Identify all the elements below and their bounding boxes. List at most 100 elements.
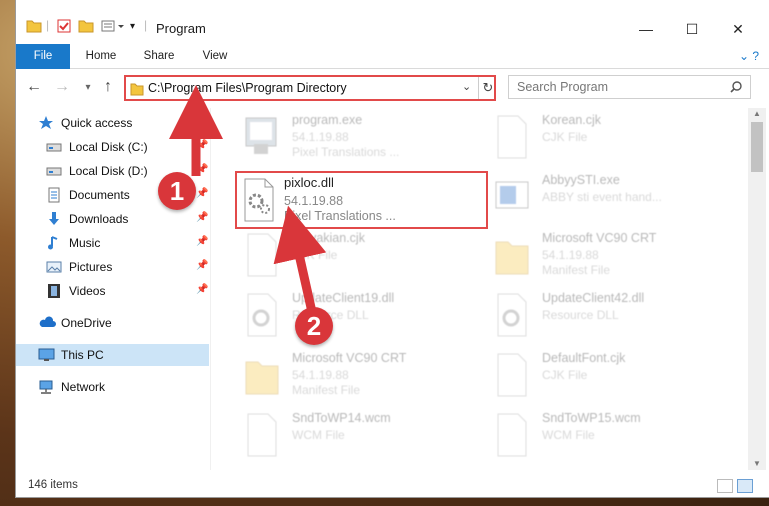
pin-icon: 📌 bbox=[196, 212, 209, 223]
search-icon bbox=[729, 80, 743, 97]
file-item[interactable]: UpdateClient19.dll Resource DLL bbox=[240, 288, 480, 344]
vertical-scrollbar[interactable]: ▲ ▼ bbox=[748, 108, 766, 470]
file-type: CJK File bbox=[542, 368, 588, 382]
file-item[interactable]: Korean.cjk CJK File bbox=[490, 110, 730, 166]
sidebar-item-music[interactable]: Music 📌 bbox=[16, 232, 209, 254]
up-arrow-icon[interactable]: ↑ bbox=[98, 77, 118, 97]
back-arrow-icon[interactable]: ← bbox=[24, 77, 44, 97]
file-version: 54.1.19.88 bbox=[284, 194, 344, 208]
close-button[interactable]: ✕ bbox=[715, 16, 761, 42]
sidebar-item-this-pc[interactable]: This PC bbox=[16, 344, 209, 366]
file-version: 54.1.19.88 bbox=[292, 368, 349, 382]
file-icon bbox=[244, 232, 280, 280]
file-icon bbox=[494, 114, 530, 162]
documents-icon bbox=[46, 187, 62, 203]
chevron-down-icon[interactable]: ▾ bbox=[130, 21, 135, 37]
videos-icon bbox=[46, 283, 62, 299]
file-type: CJK File bbox=[292, 248, 338, 262]
file-description: Pixel Translations ... bbox=[284, 209, 396, 223]
pin-icon: 📌 bbox=[196, 164, 209, 175]
folder-icon bbox=[130, 82, 144, 99]
scrollbar-thumb[interactable] bbox=[751, 122, 763, 172]
refresh-icon[interactable]: ↻ bbox=[478, 77, 497, 99]
file-name: pixloc.dll bbox=[284, 175, 334, 190]
file-name: Slovakian.cjk bbox=[292, 231, 365, 245]
file-name: program.exe bbox=[292, 113, 363, 127]
file-description: Manifest File bbox=[292, 383, 361, 397]
cloud-icon bbox=[38, 315, 56, 331]
sidebar-item-downloads[interactable]: Downloads 📌 bbox=[16, 208, 209, 230]
separator: | bbox=[46, 18, 50, 32]
scroll-down-icon[interactable]: ▼ bbox=[748, 458, 766, 470]
file-version: 54.1.19.88 bbox=[542, 248, 599, 262]
file-item[interactable]: SndToWP14.wcm WCM File bbox=[240, 408, 480, 464]
network-icon bbox=[38, 379, 54, 395]
sidebar-item-videos[interactable]: Videos 📌 bbox=[16, 280, 209, 302]
navigation-pane: Quick access Local Disk (C:) 📌 Local Dis… bbox=[16, 108, 209, 470]
file-item[interactable]: SndToWP15.wcm WCM File bbox=[490, 408, 730, 464]
file-item[interactable]: Microsoft VC90 CRT 54.1.19.88 Manifest F… bbox=[240, 348, 480, 404]
recent-locations-icon[interactable]: ▾ bbox=[78, 77, 98, 97]
chevron-down-icon[interactable]: ⌄ bbox=[462, 80, 471, 93]
file-item[interactable]: Slovakian.cjk CJK File bbox=[240, 228, 480, 284]
tab-share[interactable]: Share bbox=[136, 44, 182, 68]
exe-file-icon bbox=[494, 174, 530, 222]
sidebar-item-label: OneDrive bbox=[61, 316, 112, 330]
file-item[interactable]: AbbyySTI.exe ABBY sti event hand... bbox=[490, 170, 730, 226]
pictures-icon bbox=[46, 259, 62, 275]
new-folder-icon[interactable] bbox=[78, 18, 94, 34]
sidebar-item-label: Downloads bbox=[69, 212, 129, 226]
tab-view[interactable]: View bbox=[194, 44, 236, 68]
maximize-button[interactable]: ☐ bbox=[669, 16, 715, 42]
file-item[interactable]: program.exe 54.1.19.88 Pixel Translation… bbox=[240, 110, 480, 166]
pin-icon: 📌 bbox=[196, 260, 209, 271]
sidebar-item-label: Local Disk (C:) bbox=[69, 140, 148, 154]
pane-divider[interactable] bbox=[210, 108, 211, 470]
title-bar: | ▾ | Program — ☐ ✕ bbox=[16, 0, 769, 44]
sidebar-item-pictures[interactable]: Pictures 📌 bbox=[16, 256, 209, 278]
sidebar-item-label: Music bbox=[69, 236, 101, 250]
file-explorer-window: | ▾ | Program — ☐ ✕ File Home Share View… bbox=[16, 0, 769, 497]
file-item[interactable]: DefaultFont.cjk CJK File bbox=[490, 348, 730, 404]
pin-icon: 📌 bbox=[196, 188, 209, 199]
file-icon bbox=[244, 412, 280, 460]
sidebar-item-network[interactable]: Network bbox=[16, 376, 209, 398]
scroll-up-icon[interactable]: ▲ bbox=[748, 108, 766, 120]
pin-icon: 📌 bbox=[196, 236, 209, 247]
sidebar-item-onedrive[interactable]: OneDrive bbox=[16, 312, 209, 334]
forward-arrow-icon[interactable]: → bbox=[52, 77, 72, 97]
address-bar[interactable]: C:\Program Files\Program Directory ⌄ ↻ bbox=[124, 75, 496, 101]
folder-icon bbox=[244, 352, 280, 400]
file-name: UpdateClient19.dll bbox=[292, 291, 395, 305]
sidebar-item-local-disk-c[interactable]: Local Disk (C:) 📌 bbox=[16, 136, 209, 158]
pin-icon: 📌 bbox=[196, 284, 209, 295]
file-icon bbox=[494, 412, 530, 460]
exe-file-icon bbox=[244, 114, 280, 162]
file-item-highlighted[interactable]: pixloc.dll 54.1.19.88 Pixel Translations… bbox=[235, 171, 488, 229]
file-list: program.exe 54.1.19.88 Pixel Translation… bbox=[212, 108, 747, 470]
sidebar-item-label: Videos bbox=[69, 284, 106, 298]
sidebar-item-label: Local Disk (D:) bbox=[69, 164, 148, 178]
large-icons-view-icon[interactable] bbox=[737, 479, 753, 493]
file-name: Korean.cjk bbox=[542, 113, 602, 127]
customize-toolbar-icon[interactable] bbox=[100, 18, 128, 34]
file-name: Microsoft VC90 CRT bbox=[292, 351, 407, 365]
ribbon: File Home Share View ⌄ ? bbox=[16, 44, 769, 100]
sidebar-item-label: Pictures bbox=[69, 260, 113, 274]
dll-file-icon bbox=[494, 292, 530, 340]
properties-icon[interactable] bbox=[56, 18, 72, 34]
file-item[interactable]: UpdateClient42.dll Resource DLL bbox=[490, 288, 730, 344]
sidebar-item-quick-access[interactable]: Quick access bbox=[16, 112, 209, 134]
drive-icon bbox=[46, 139, 62, 155]
details-view-icon[interactable] bbox=[717, 479, 733, 493]
music-icon bbox=[46, 235, 62, 251]
minimize-button[interactable]: — bbox=[623, 16, 669, 42]
annotation-badge-2: 2 bbox=[295, 307, 333, 345]
tab-home[interactable]: Home bbox=[78, 44, 124, 68]
search-placeholder: Search Program bbox=[517, 80, 609, 94]
sidebar-item-label: Quick access bbox=[61, 116, 133, 130]
search-input[interactable]: Search Program bbox=[508, 75, 751, 99]
expand-ribbon-icon[interactable]: ⌄ ? bbox=[739, 44, 759, 68]
status-bar: 146 items bbox=[16, 475, 769, 497]
file-item[interactable]: Microsoft VC90 CRT 54.1.19.88 Manifest F… bbox=[490, 228, 730, 284]
